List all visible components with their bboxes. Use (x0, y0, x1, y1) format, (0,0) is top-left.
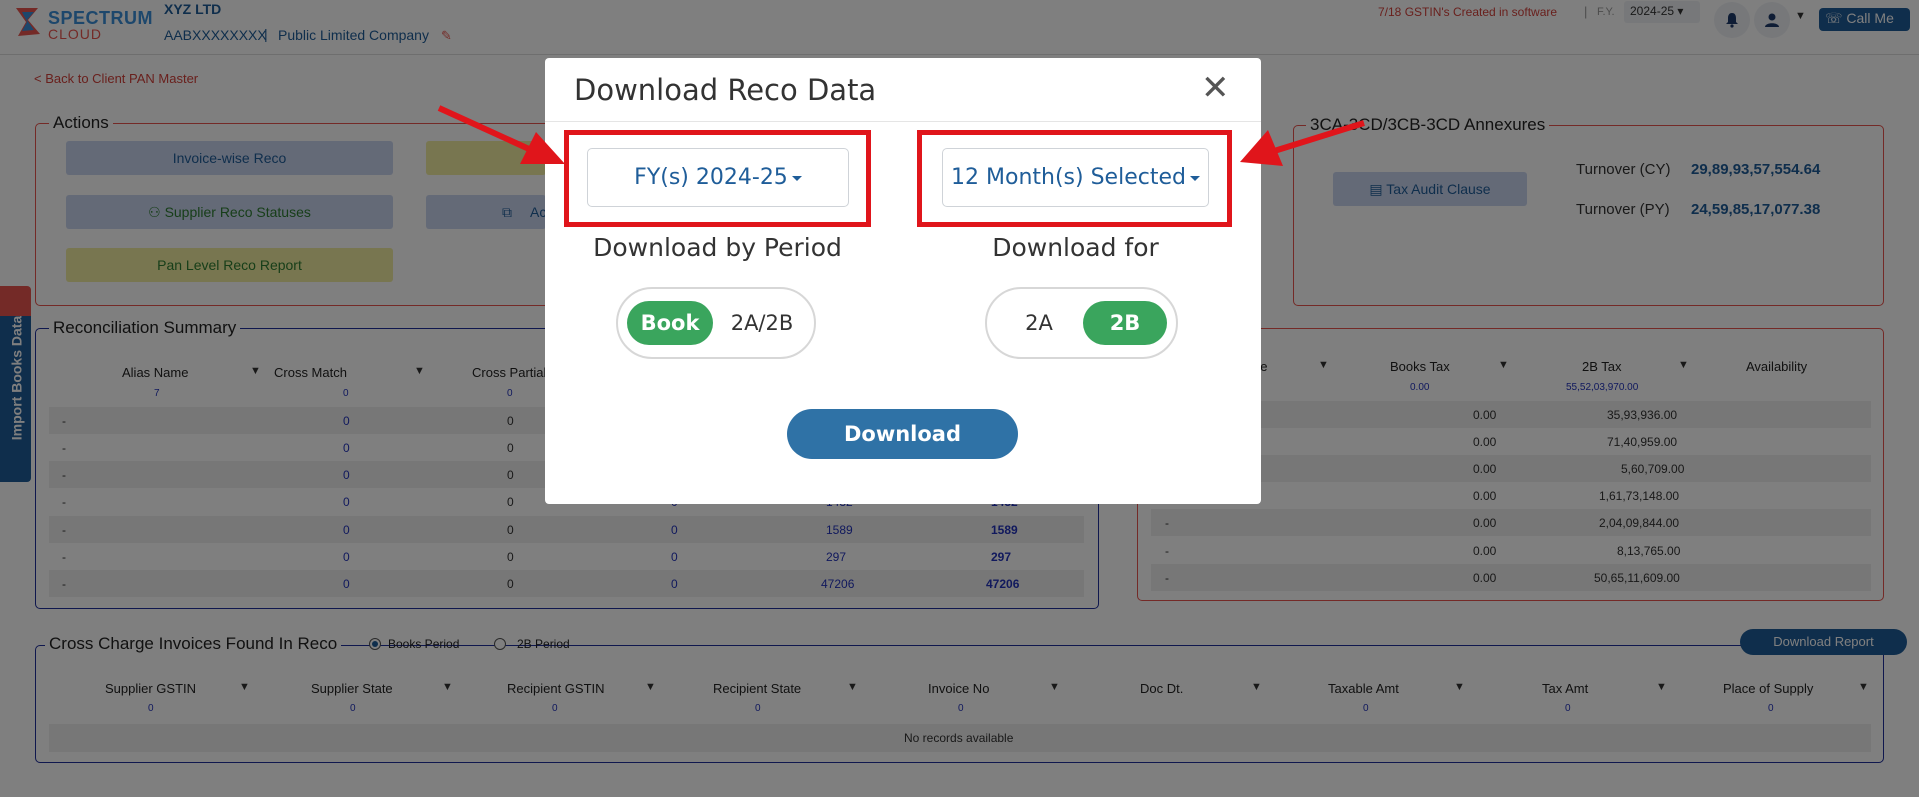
red-arrow-icon (1240, 120, 1365, 166)
annotation-arrows (437, 105, 1365, 166)
red-arrow-icon (437, 105, 565, 164)
